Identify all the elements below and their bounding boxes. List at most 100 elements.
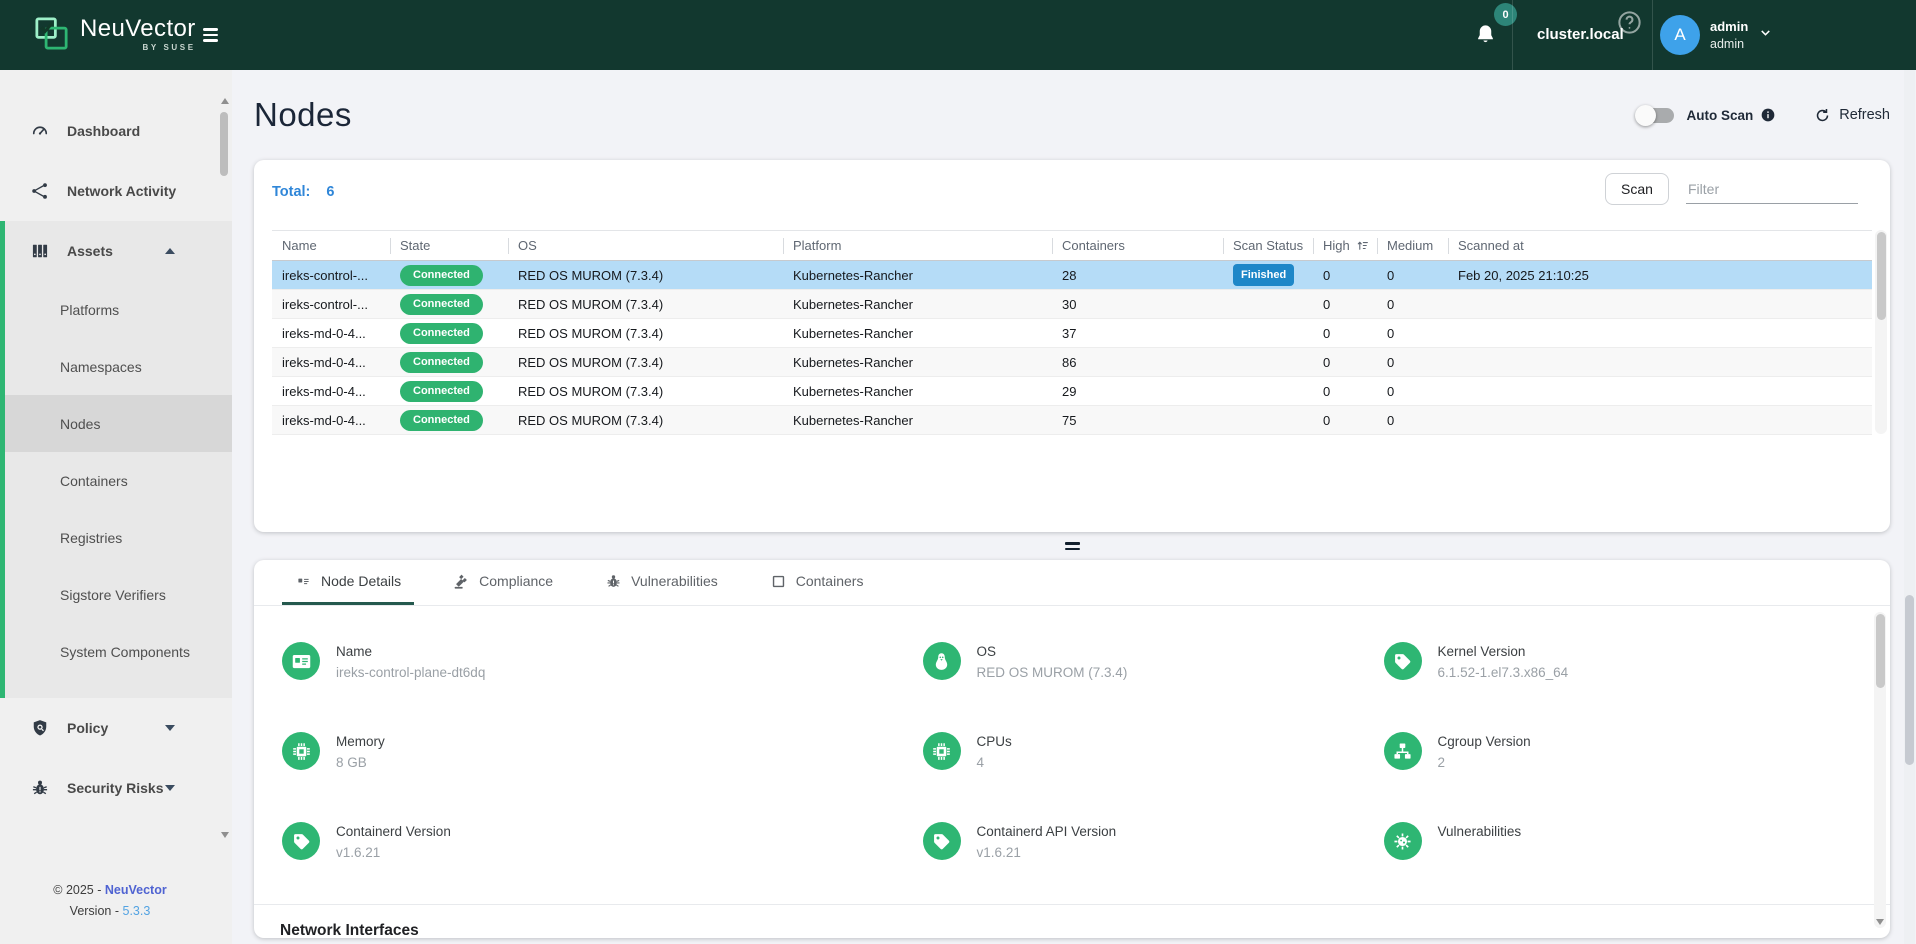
main-scrollbar-thumb[interactable]	[1905, 595, 1914, 765]
sidebar-item-platforms[interactable]: Platforms	[5, 281, 232, 338]
sidebar-scrollbar[interactable]	[219, 98, 230, 838]
app-logo[interactable]: NeuVector BY SUSE	[33, 15, 196, 52]
idcard-icon	[295, 573, 312, 590]
column-header-medium[interactable]: Medium	[1377, 231, 1448, 261]
cell-name: ireks-md-0-4...	[272, 377, 390, 406]
brand-name: NeuVector	[80, 16, 196, 42]
sidebar-item-sigstore-verifiers[interactable]: Sigstore Verifiers	[5, 566, 232, 623]
copyright-text: © 2025 -	[53, 883, 101, 897]
filter-input[interactable]	[1686, 175, 1858, 204]
details-scrollbar[interactable]	[1874, 612, 1886, 928]
sidebar-footer: © 2025 - NeuVector Version - 5.3.3	[0, 880, 220, 922]
refresh-button[interactable]: Refresh	[1814, 107, 1890, 124]
scroll-down-icon[interactable]	[221, 832, 229, 838]
column-header-os[interactable]: OS	[508, 231, 783, 261]
auto-scan-toggle[interactable]	[1638, 108, 1674, 123]
cell-name: ireks-md-0-4...	[272, 319, 390, 348]
toggle-knob	[1635, 105, 1656, 126]
version-link[interactable]: 5.3.3	[123, 904, 151, 918]
cell-scan_status	[1223, 406, 1313, 435]
scroll-down-icon[interactable]	[1876, 919, 1884, 925]
cell-high: 0	[1313, 406, 1377, 435]
sidebar-item-policy[interactable]: Policy	[0, 698, 232, 758]
cell-medium: 0	[1377, 290, 1448, 319]
scan-button[interactable]: Scan	[1605, 173, 1669, 205]
neuvector-link[interactable]: NeuVector	[105, 883, 167, 897]
field-vulnerabilities: Vulnerabilities	[1384, 822, 1830, 878]
sidebar-item-system-components[interactable]: System Components	[5, 623, 232, 680]
table-row[interactable]: ireks-control-...ConnectedRED OS MUROM (…	[272, 261, 1872, 290]
column-header-containers[interactable]: Containers	[1052, 231, 1223, 261]
cell-state: Connected	[390, 348, 508, 377]
square-icon	[770, 573, 787, 590]
cell-os: RED OS MUROM (7.3.4)	[508, 319, 783, 348]
table-row[interactable]: ireks-md-0-4...ConnectedRED OS MUROM (7.…	[272, 377, 1872, 406]
state-badge: Connected	[400, 323, 483, 344]
column-header-platform[interactable]: Platform	[783, 231, 1052, 261]
user-menu[interactable]: A admin admin	[1660, 0, 1773, 70]
cell-scan_status	[1223, 319, 1313, 348]
sidebar-item-assets[interactable]: Assets	[5, 221, 232, 281]
panel-resize-handle[interactable]	[1065, 542, 1080, 550]
cluster-name[interactable]: cluster.local	[1537, 26, 1624, 43]
security-icon	[30, 778, 50, 798]
info-icon[interactable]	[1760, 107, 1776, 123]
help-icon[interactable]	[1616, 9, 1643, 41]
field-memory: Memory8 GB	[282, 732, 923, 788]
cell-os: RED OS MUROM (7.3.4)	[508, 377, 783, 406]
sidebar-scrollbar-thumb[interactable]	[220, 112, 228, 176]
tab-containers[interactable]: Containers	[757, 560, 877, 605]
cell-scan_status	[1223, 290, 1313, 319]
state-badge: Connected	[400, 410, 483, 431]
details-scrollbar-thumb[interactable]	[1876, 614, 1885, 688]
sidebar-item-network-activity[interactable]: Network Activity	[0, 161, 232, 221]
table-row[interactable]: ireks-control-...ConnectedRED OS MUROM (…	[272, 290, 1872, 319]
menu-toggle-button[interactable]	[203, 25, 225, 45]
tab-vulnerabilities[interactable]: Vulnerabilities	[592, 560, 731, 605]
sidebar-item-containers[interactable]: Containers	[5, 452, 232, 509]
cell-containers: 86	[1052, 348, 1223, 377]
sidebar: DashboardNetwork ActivityAssetsPlatforms…	[0, 70, 232, 944]
cell-name: ireks-control-...	[272, 290, 390, 319]
field-containerd-version: Containerd Versionv1.6.21	[282, 822, 923, 878]
column-header-state[interactable]: State	[390, 231, 508, 261]
tab-compliance[interactable]: Compliance	[440, 560, 566, 605]
bell-icon	[1474, 23, 1497, 51]
tag-icon	[1384, 642, 1422, 680]
column-header-scanned-at[interactable]: Scanned at	[1448, 231, 1872, 261]
cell-high: 0	[1313, 319, 1377, 348]
field-cpus: CPUs4	[923, 732, 1384, 788]
auto-scan-label: Auto Scan	[1686, 108, 1753, 123]
table-scrollbar[interactable]	[1875, 230, 1887, 434]
scan-status-badge: Finished	[1233, 264, 1294, 286]
cell-medium: 0	[1377, 377, 1448, 406]
caret-down-icon	[165, 725, 175, 731]
cell-name: ireks-control-...	[272, 261, 390, 290]
column-header-scan-status[interactable]: Scan Status	[1223, 231, 1313, 261]
dashboard-icon	[30, 121, 50, 141]
cell-high: 0	[1313, 348, 1377, 377]
cell-platform: Kubernetes-Rancher	[783, 290, 1052, 319]
cell-platform: Kubernetes-Rancher	[783, 406, 1052, 435]
cell-containers: 30	[1052, 290, 1223, 319]
scroll-up-icon[interactable]	[221, 98, 229, 104]
cell-scan_status	[1223, 348, 1313, 377]
main-scrollbar[interactable]	[1904, 70, 1915, 944]
cell-os: RED OS MUROM (7.3.4)	[508, 348, 783, 377]
table-row[interactable]: ireks-md-0-4... Connected RED OS MUROM (7.…	[272, 319, 1872, 348]
table-row[interactable]: ireks-md-0-4...ConnectedRED OS MUROM (7.…	[272, 348, 1872, 377]
sidebar-item-nodes[interactable]: Nodes	[5, 395, 232, 452]
cell-high: 0	[1313, 290, 1377, 319]
nodes-table: NameStateOSPlatformContainersScan Status…	[272, 230, 1872, 435]
notifications-button[interactable]: 0	[1468, 0, 1518, 70]
cell-name: ireks-md-0-4...	[272, 348, 390, 377]
column-header-name[interactable]: Name	[272, 231, 390, 261]
table-scrollbar-thumb[interactable]	[1877, 232, 1886, 320]
tab-node-details[interactable]: Node Details	[282, 560, 414, 605]
column-header-high[interactable]: High	[1313, 231, 1377, 261]
table-row[interactable]: ireks-md-0-4...ConnectedRED OS MUROM (7.…	[272, 406, 1872, 435]
sidebar-item-security-risks[interactable]: Security Risks	[0, 758, 232, 818]
sidebar-item-dashboard[interactable]: Dashboard	[0, 101, 232, 161]
sidebar-item-namespaces[interactable]: Namespaces	[5, 338, 232, 395]
sidebar-item-registries[interactable]: Registries	[5, 509, 232, 566]
